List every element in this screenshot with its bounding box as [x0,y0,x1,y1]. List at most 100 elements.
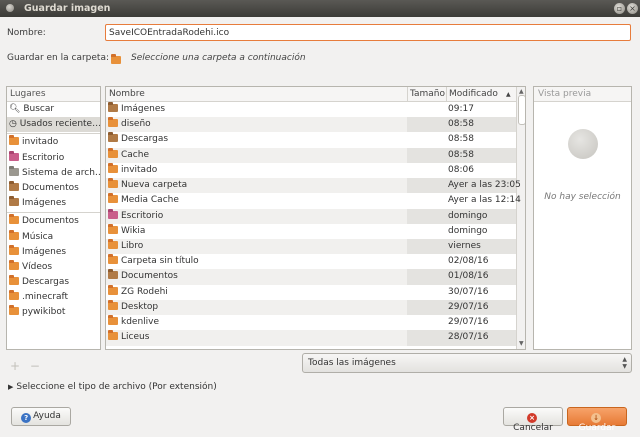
home-folder-icon [9,135,19,146]
table-row[interactable]: ZG Rodehi 30/07/16 [106,284,516,300]
folder-icon [111,54,121,64]
sidebar-item-images[interactable]: Imágenes [7,196,100,211]
size-cell [407,269,447,285]
bookmark-videos[interactable]: Vídeos [7,259,100,275]
folder-icon [9,244,19,255]
bookmark-pywikibot[interactable]: pywikibot [7,305,100,320]
bookmark-documents[interactable]: Documentos [7,214,100,229]
bookmark-music[interactable]: Música [7,229,100,245]
scrollbar-thumb[interactable] [518,95,525,125]
table-row[interactable]: Wikia domingo [106,223,516,239]
sidebar-item-desktop[interactable]: Escritorio [7,150,100,166]
places-header: Lugares [7,87,100,102]
folder-icon [108,269,118,280]
size-cell [407,208,447,224]
table-row[interactable]: Documentos 01/08/16 [106,269,516,285]
table-row[interactable]: Liceus 28/07/16 [106,330,516,346]
size-cell [407,102,447,117]
table-row[interactable]: Escritorio domingo [106,208,516,224]
sidebar-item-filesystem[interactable]: Sistema de arch… [7,165,100,181]
help-button[interactable]: ? Ayuda [11,407,71,426]
column-size[interactable]: Tamaño [410,89,445,99]
window-title: Guardar imagen [24,3,111,14]
file-name: Imágenes [108,102,165,114]
file-rows: Imágenes 09:17 diseño 08:58 Descargas 08:58 Ca… [106,102,521,346]
bookmark-minecraft[interactable]: .minecraft [7,290,100,305]
column-modified[interactable]: Modificado [449,89,498,99]
sidebar-item-recent[interactable]: ◷ Usados reciente… [7,117,100,133]
folder-icon [108,208,118,219]
scroll-up-icon[interactable]: ▲ [519,88,524,95]
folder-icon [108,102,118,112]
sidebar-item-documents[interactable]: Documentos [7,180,100,196]
table-row[interactable]: Imágenes 09:17 [106,102,516,117]
scroll-down-icon[interactable]: ▼ [519,340,524,347]
file-modified: Ayer a las 23:05 [448,180,521,191]
size-cell [407,315,447,330]
desktop-icon [9,150,19,161]
file-name: diseño [108,117,151,129]
folder-icon [108,223,118,234]
folder-icon [9,229,19,240]
window-titlebar: Guardar imagen ▫ × [0,0,640,17]
folder-icon [108,238,118,249]
sidebar-item-search[interactable]: 🔍︎ Buscar [7,102,100,117]
file-list-scrollbar[interactable]: ▲ ▼ [516,87,525,349]
close-icon[interactable]: × [627,3,638,14]
file-type-filter[interactable]: Todas las imágenes ▲ ▼ [302,353,632,373]
table-row[interactable]: diseño 08:58 [106,117,516,133]
size-cell [407,224,447,239]
file-name: Wikia [108,223,145,236]
file-name: kdenlive [108,315,159,327]
save-button[interactable]: ↓Guardar [567,407,627,433]
bookmark-downloads[interactable]: Descargas [7,275,100,290]
column-name[interactable]: Nombre [109,89,145,99]
table-row[interactable]: Cache 08:58 [106,147,516,163]
file-type-expander[interactable]: ▶ Seleccione el tipo de archivo (Por exte… [8,382,217,392]
sidebar-item-home[interactable]: invitado [7,135,100,150]
divider [407,87,408,102]
preview-empty-text: No hay selección [544,192,621,202]
folder-icon [9,275,19,286]
folder-icon [9,214,19,225]
folder-selector[interactable]: Seleccione una carpeta a continuación [131,53,306,63]
file-modified: domingo [448,210,488,221]
file-name: Descargas [108,132,168,144]
file-modified: 30/07/16 [448,286,489,297]
divider [446,87,447,102]
bookmark-images[interactable]: Imágenes [7,244,100,260]
minimize-icon[interactable]: ▫ [614,3,625,14]
folder-icon [9,305,19,316]
add-bookmark-button[interactable]: + [10,359,20,373]
size-cell [407,147,447,163]
file-modified: Ayer a las 12:14 [448,195,521,206]
folder-icon [108,284,118,295]
recent-icon: ◷ [9,119,17,130]
folder-icon [108,193,118,204]
cancel-button[interactable]: ×Cancelar [503,407,563,433]
table-row[interactable]: kdenlive 29/07/16 [106,315,516,330]
table-row[interactable]: Media Cache Ayer a las 12:14 [106,193,521,208]
remove-bookmark-button[interactable]: − [30,359,40,373]
table-row[interactable]: Desktop 29/07/16 [106,299,516,316]
size-cell [407,163,447,178]
combo-arrows-icon: ▲ ▼ [622,356,627,370]
divider [7,133,100,135]
folder-icon [108,178,118,189]
size-cell [407,330,447,346]
filename-input[interactable] [105,24,631,41]
size-cell [407,254,447,269]
file-modified: 08:58 [448,134,474,145]
table-row[interactable]: Carpeta sin título 02/08/16 [106,254,516,269]
file-name: invitado [108,162,157,175]
file-name: Desktop [108,299,158,312]
cancel-icon: × [527,413,537,423]
table-row[interactable]: Libro viernes [106,238,516,255]
file-modified: 08:58 [448,149,474,160]
preview-header: Vista previa [534,87,631,102]
table-row[interactable]: invitado 08:06 [106,162,516,178]
file-modified: 29/07/16 [448,301,489,312]
table-row[interactable]: Descargas 08:58 [106,132,516,147]
table-row[interactable]: Nueva carpeta Ayer a las 23:05 [106,178,521,194]
file-list: Nombre Tamaño Modificado ▲ Imágenes 09:17… [105,86,526,350]
